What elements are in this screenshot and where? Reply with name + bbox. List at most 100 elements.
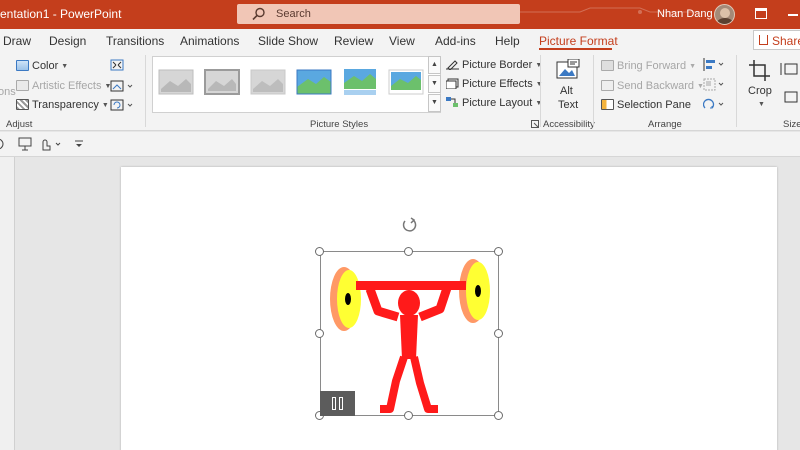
- resize-handle-right[interactable]: [494, 329, 503, 338]
- shape-height-icon[interactable]: [779, 63, 799, 75]
- picture-layout-icon: [446, 97, 458, 107]
- share-button[interactable]: Share: [753, 30, 800, 50]
- alt-text-button[interactable]: Alt Text: [554, 59, 582, 111]
- picture-border-label: Picture Border: [462, 59, 533, 71]
- reset-picture-icon[interactable]: [110, 99, 134, 111]
- group-separator: [736, 55, 737, 127]
- tab-review[interactable]: Review: [334, 34, 373, 48]
- shape-width-icon[interactable]: [779, 91, 799, 103]
- alt-text-label-line2: Text: [558, 99, 579, 111]
- picture-styles-gallery: [152, 56, 441, 113]
- tab-add-ins[interactable]: Add-ins: [435, 34, 476, 48]
- color-label: Color: [32, 60, 59, 72]
- search-icon: [252, 7, 265, 21]
- resize-handle-left[interactable]: [315, 329, 324, 338]
- change-picture-icon[interactable]: [110, 80, 134, 92]
- resize-handle-bottom[interactable]: [404, 411, 413, 420]
- resize-handle-bottom-right[interactable]: [494, 411, 503, 420]
- adjust-group-label: Adjust: [6, 119, 33, 130]
- gallery-scroll-down[interactable]: ▼: [428, 75, 441, 93]
- tab-slide-show[interactable]: Slide Show: [258, 34, 318, 48]
- picture-effects-button[interactable]: Picture Effects▼: [445, 78, 543, 90]
- picture-border-button[interactable]: Picture Border ▼: [446, 59, 542, 71]
- crop-label: Crop: [748, 85, 772, 97]
- minimize-icon[interactable]: [788, 14, 798, 16]
- picture-effects-label: Picture Effects: [462, 78, 533, 90]
- quick-access-toolbar: [0, 132, 800, 157]
- bring-forward-icon: [601, 60, 614, 71]
- send-backward-icon: [601, 80, 614, 91]
- redo-icon[interactable]: [0, 138, 5, 150]
- alt-text-icon: [556, 59, 580, 79]
- align-icon[interactable]: [703, 58, 725, 71]
- rotate-objects-icon[interactable]: [703, 98, 725, 111]
- group-separator: [540, 55, 541, 127]
- gallery-scroll-up[interactable]: ▲: [428, 56, 441, 74]
- pause-animation-button[interactable]: [320, 391, 355, 416]
- color-button[interactable]: Color ▼: [16, 60, 68, 72]
- size-group-label: Size: [783, 119, 800, 130]
- picture-layout-button[interactable]: Picture Layout ▼: [446, 97, 542, 109]
- selection-pane-icon: [601, 99, 614, 110]
- picture-layout-label: Picture Layout: [462, 97, 533, 109]
- user-name[interactable]: Nhan Dang: [657, 8, 713, 20]
- start-from-beginning-icon[interactable]: [18, 137, 32, 151]
- ribbon-tabs: Draw Design Transitions Animations Slide…: [0, 29, 800, 51]
- corrections-partial-label: ons: [0, 86, 16, 98]
- tab-help[interactable]: Help: [495, 34, 520, 48]
- artistic-effects-label: Artistic Effects: [32, 80, 102, 92]
- transparency-icon: [16, 99, 29, 110]
- picture-style-1[interactable]: [158, 67, 194, 97]
- resize-handle-top-right[interactable]: [494, 247, 503, 256]
- alt-text-label-line1: Alt: [560, 85, 573, 97]
- touch-mouse-mode-icon[interactable]: [39, 137, 63, 151]
- rotate-handle-icon[interactable]: [401, 216, 418, 233]
- tab-transitions[interactable]: Transitions: [106, 34, 164, 48]
- ribbon: ons Color ▼ Artistic Effects ▼ Transparenc…: [0, 51, 800, 131]
- tab-draw[interactable]: Draw: [3, 34, 31, 48]
- artistic-effects-icon: [16, 80, 29, 91]
- thumbnail-pane-edge[interactable]: [0, 157, 15, 450]
- transparency-button[interactable]: Transparency ▼: [16, 99, 109, 111]
- accessibility-group-label: Accessibility: [543, 119, 595, 130]
- ribbon-display-options-icon[interactable]: [755, 8, 767, 19]
- user-avatar[interactable]: [714, 4, 735, 25]
- search-box[interactable]: Search: [237, 4, 520, 24]
- format-picture-launcher-icon[interactable]: [531, 120, 539, 128]
- artistic-effects-button[interactable]: Artistic Effects ▼: [16, 80, 111, 92]
- group-separator: [145, 55, 146, 127]
- bring-forward-button[interactable]: Bring Forward ▼: [601, 60, 696, 72]
- tab-animations[interactable]: Animations: [180, 34, 239, 48]
- picture-styles-group-label: Picture Styles: [310, 119, 369, 130]
- window-title: entation1 - PowerPoint: [0, 7, 122, 21]
- picture-style-5[interactable]: [342, 67, 378, 97]
- group-objects-icon[interactable]: [703, 78, 725, 91]
- customize-toolbar-icon[interactable]: [74, 139, 84, 149]
- picture-style-3[interactable]: [250, 67, 286, 97]
- send-backward-label: Send Backward: [617, 80, 695, 92]
- picture-border-icon: [446, 60, 459, 71]
- tab-design[interactable]: Design: [49, 34, 86, 48]
- share-icon: [759, 35, 768, 45]
- picture-style-2[interactable]: [204, 67, 240, 97]
- pause-icon-bar-right: [339, 397, 343, 410]
- selection-pane-label: Selection Pane: [617, 99, 691, 111]
- send-backward-button[interactable]: Send Backward ▼: [601, 80, 704, 92]
- tab-picture-format[interactable]: Picture Format: [539, 34, 618, 48]
- color-icon: [16, 60, 29, 71]
- share-label: Share: [772, 34, 800, 48]
- picture-style-4[interactable]: [296, 67, 332, 97]
- gallery-scroll: ▲ ▼ ▼: [428, 56, 441, 113]
- gallery-more[interactable]: ▼: [428, 94, 441, 112]
- picture-style-6[interactable]: [388, 67, 424, 97]
- resize-handle-top[interactable]: [404, 247, 413, 256]
- crop-icon: [749, 60, 770, 81]
- tab-view[interactable]: View: [389, 34, 415, 48]
- bring-forward-label: Bring Forward: [617, 60, 687, 72]
- resize-handle-top-left[interactable]: [315, 247, 324, 256]
- crop-button[interactable]: Crop ▼: [746, 59, 774, 111]
- title-bar: entation1 - PowerPoint Search Nhan Dang: [0, 0, 800, 29]
- arrange-group-label: Arrange: [648, 119, 682, 130]
- compress-pictures-icon[interactable]: [110, 59, 124, 71]
- selection-pane-button[interactable]: Selection Pane: [601, 99, 691, 111]
